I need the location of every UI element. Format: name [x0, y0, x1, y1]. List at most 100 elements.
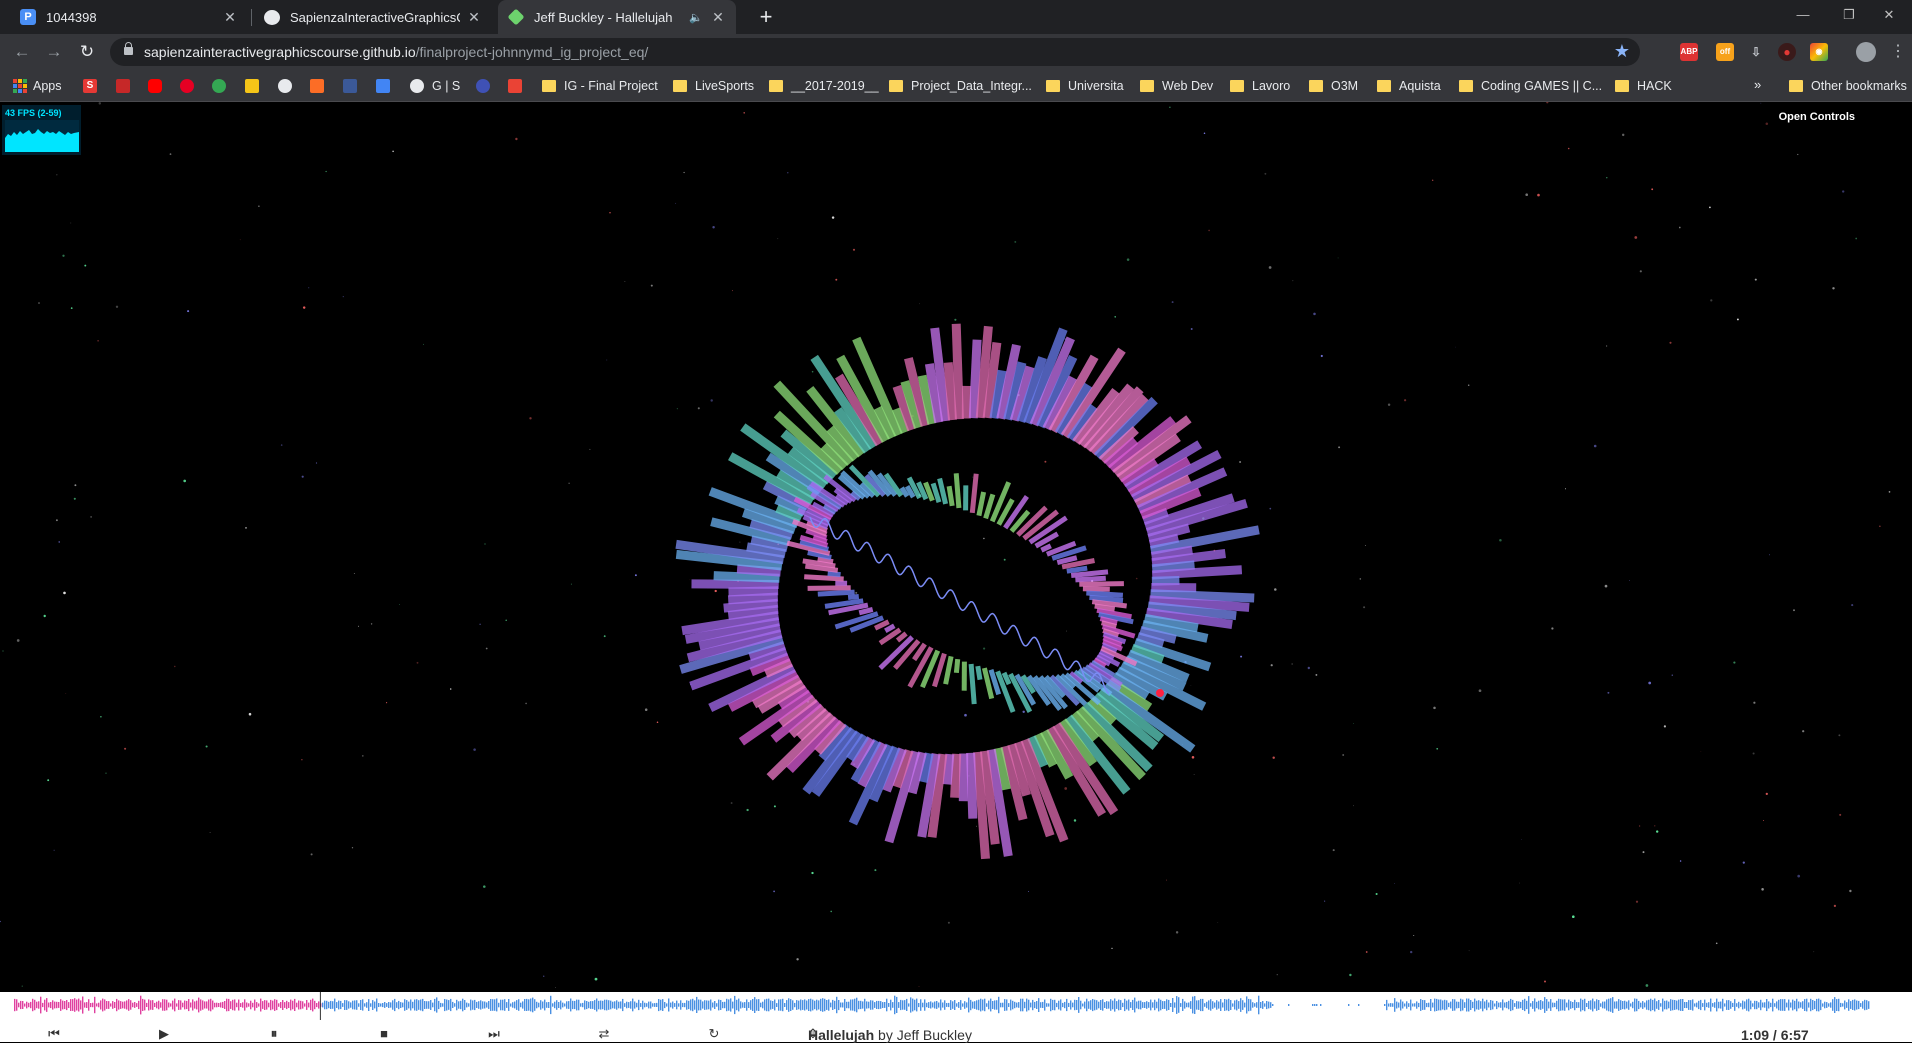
- bookmarks-overflow-chevron[interactable]: »: [1754, 77, 1761, 92]
- waveform-sample: [674, 1003, 675, 1007]
- bookmark-folder-lavoro[interactable]: Lavoro: [1230, 77, 1290, 95]
- bookmark-folder-universita[interactable]: Universita: [1046, 77, 1124, 95]
- tab-1044398[interactable]: P 1044398 ✕: [10, 0, 248, 34]
- shuffle-button[interactable]: ⇄: [592, 1026, 616, 1042]
- waveform-sample: [1546, 999, 1547, 1011]
- bookmark-facebook[interactable]: [343, 77, 365, 95]
- bookmark-star-icon[interactable]: ★: [1614, 41, 1630, 62]
- profile-avatar[interactable]: [1856, 42, 1876, 62]
- waveform-sample: [1602, 1002, 1603, 1009]
- bookmark-label: HACK: [1637, 79, 1672, 93]
- waveform-sample: [1018, 1002, 1019, 1008]
- reload-button[interactable]: ↻: [75, 40, 99, 64]
- bookmark-folder-2017[interactable]: __2017-2019__: [769, 77, 879, 95]
- bookmark-pinterest[interactable]: [180, 77, 202, 95]
- waveform-sample: [110, 1003, 111, 1006]
- bookmark-folder-webdev[interactable]: Web Dev: [1140, 77, 1213, 95]
- pause-button[interactable]: ⏸: [262, 1026, 286, 1042]
- next-track-button[interactable]: ⏭: [482, 1026, 506, 1042]
- back-button[interactable]: ←: [10, 40, 34, 64]
- bookmark-folder-project-data[interactable]: Project_Data_Integr...: [889, 77, 1032, 95]
- star: [651, 285, 653, 287]
- bookmark-red-icon[interactable]: [116, 77, 138, 95]
- waveform-sample: [1640, 1003, 1641, 1008]
- new-tab-button[interactable]: +: [753, 4, 779, 30]
- repeat-button[interactable]: ↻: [702, 1026, 726, 1042]
- bookmark-folder-livesports[interactable]: LiveSports: [673, 77, 754, 95]
- spectrum-bar: [828, 573, 841, 574]
- close-tab-icon[interactable]: ✕: [466, 9, 482, 26]
- waveform-sample: [456, 1000, 457, 1011]
- waveform-sample: [294, 999, 295, 1011]
- spectrum-bar: [973, 340, 977, 418]
- bookmark-github[interactable]: [278, 77, 300, 95]
- waveform-sample: [958, 1002, 959, 1008]
- star: [1074, 819, 1076, 821]
- waveform-sample: [276, 1000, 277, 1010]
- off-badge-icon[interactable]: off: [1716, 43, 1734, 61]
- bookmark-folder-hack[interactable]: HACK: [1615, 77, 1672, 95]
- bookmark-folder-o3m[interactable]: O3M: [1309, 77, 1358, 95]
- bookmark-other-bookmarks[interactable]: Other bookmarks: [1789, 77, 1907, 95]
- star: [983, 648, 985, 650]
- spectrum-bar: [1152, 570, 1242, 575]
- close-window-button[interactable]: ✕: [1866, 0, 1912, 30]
- bookmark-gs[interactable]: G | S: [410, 77, 460, 95]
- bookmark-green-play[interactable]: [212, 77, 234, 95]
- fps-stats-panel[interactable]: 43 FPS (2-59): [2, 105, 81, 155]
- minimize-button[interactable]: —: [1780, 0, 1826, 30]
- waveform-sample: [994, 1000, 995, 1009]
- bookmark-imdb[interactable]: [245, 77, 267, 95]
- webgl-visualizer-canvas[interactable]: 43 FPS (2-59) Open Controls: [0, 102, 1912, 992]
- waveform-sample: [932, 1003, 933, 1008]
- bookmark-s-icon[interactable]: S: [83, 77, 105, 95]
- speaker-icon[interactable]: 🔈: [688, 11, 704, 24]
- address-bar[interactable]: sapienzainteractivegraphicscourse.github…: [110, 38, 1640, 66]
- waveform-sample: [694, 1000, 695, 1009]
- adblock-plus-icon[interactable]: ABP: [1680, 43, 1698, 61]
- waveform-sample: [1786, 1003, 1787, 1008]
- tab-jeff-buckley[interactable]: Jeff Buckley - Hallelujah 🔈 ✕: [498, 0, 736, 34]
- waveform-sample: [1678, 1000, 1679, 1011]
- play-button[interactable]: ▶: [152, 1026, 176, 1042]
- waveform-sample: [382, 1003, 383, 1007]
- star: [1672, 674, 1673, 675]
- waveform-sample: [1636, 999, 1637, 1011]
- waveform-sample: [334, 999, 335, 1012]
- waveform-sample: [1066, 999, 1067, 1011]
- download-icon[interactable]: ⇩: [1747, 43, 1765, 61]
- waveform-sample: [414, 1000, 415, 1011]
- bookmark-folder-ig[interactable]: IG - Final Project: [542, 77, 658, 95]
- waveform-sample: [220, 1002, 221, 1007]
- waveform-sample: [1252, 1002, 1253, 1008]
- chrome-ext-icon[interactable]: ◉: [1810, 43, 1828, 61]
- bookmark-label: Coding GAMES || C...: [1481, 79, 1602, 93]
- waveform-sample: [550, 996, 551, 1014]
- record-icon[interactable]: ●: [1778, 43, 1796, 61]
- bookmark-apps[interactable]: Apps: [13, 77, 62, 95]
- stop-button[interactable]: ■: [372, 1026, 396, 1042]
- star: [1176, 931, 1178, 933]
- waveform-sample: [542, 1002, 543, 1009]
- bookmark-youtube[interactable]: [148, 77, 170, 95]
- waveform-sample: [1492, 1001, 1493, 1010]
- tab-github[interactable]: SapienzaInteractiveGraphicsCour ✕: [254, 0, 492, 34]
- previous-track-button[interactable]: ⏮: [42, 1026, 66, 1042]
- bookmark-gitlab[interactable]: [310, 77, 332, 95]
- bookmark-gmail[interactable]: [508, 77, 530, 95]
- bookmark-folder-coding-games[interactable]: Coding GAMES || C...: [1459, 77, 1602, 95]
- star: [56, 174, 57, 175]
- forward-button[interactable]: →: [42, 40, 66, 64]
- star: [543, 976, 544, 977]
- close-tab-icon[interactable]: ✕: [710, 9, 726, 26]
- waveform-sample: [1020, 999, 1021, 1012]
- close-tab-icon[interactable]: ✕: [222, 9, 238, 26]
- bookmark-folder-aquista[interactable]: Aquista: [1377, 77, 1441, 95]
- kebab-menu-icon[interactable]: ⋮: [1890, 41, 1906, 61]
- bookmark-translate[interactable]: [376, 77, 398, 95]
- bookmark-at[interactable]: [476, 77, 498, 95]
- waveform-seek-bar[interactable]: [0, 992, 1912, 1022]
- waveform-sample: [962, 1003, 963, 1006]
- waveform-sample: [362, 999, 363, 1010]
- open-controls-button[interactable]: Open Controls: [1779, 111, 1855, 123]
